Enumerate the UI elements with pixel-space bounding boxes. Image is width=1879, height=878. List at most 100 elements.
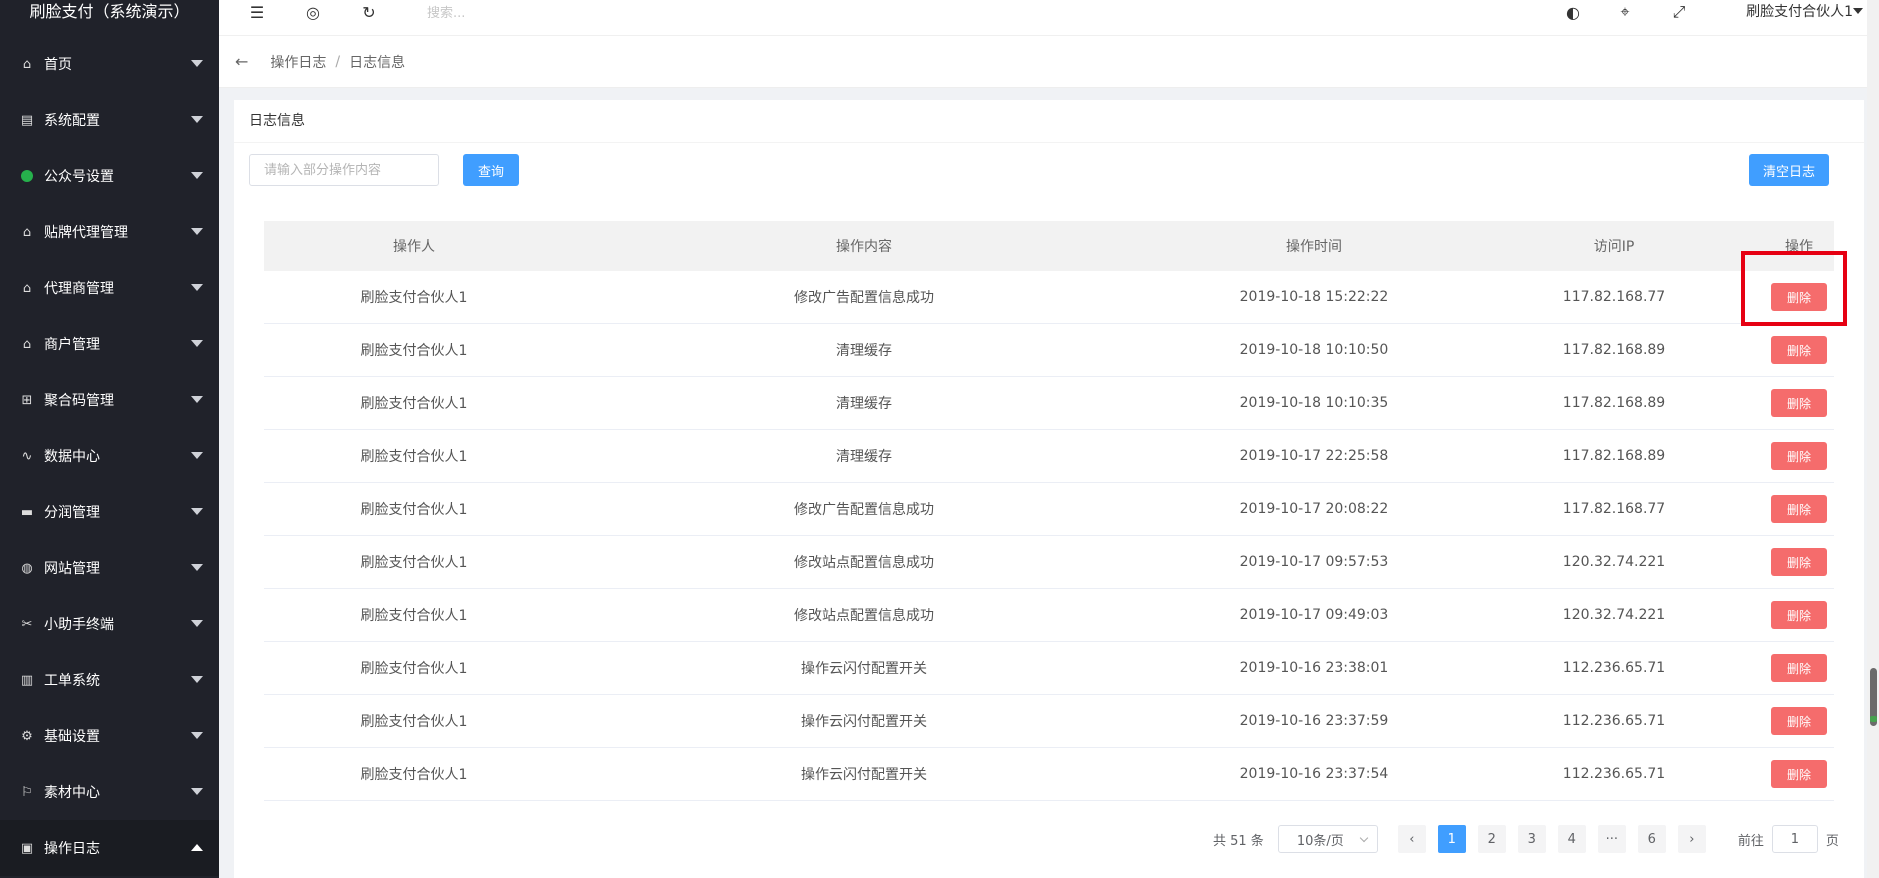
sidebar-item-data-center[interactable]: ∿ 数据中心 (0, 428, 219, 484)
chevron-down-icon[interactable] (1853, 8, 1863, 14)
header-search-input[interactable]: 搜索... (427, 2, 465, 21)
page-button-1[interactable]: 1 (1437, 825, 1466, 853)
sidebar-item-ticket[interactable]: ▥ 工单系统 (0, 652, 219, 708)
delete-button[interactable]: 删除 (1771, 336, 1827, 364)
card-title: 日志信息 (234, 100, 1864, 143)
palette-icon[interactable]: ◐ (1561, 0, 1585, 24)
back-arrow-icon[interactable]: ← (235, 52, 248, 71)
sidebar-item-operation-log[interactable]: ▣ 操作日志 (0, 820, 219, 876)
page-button-3[interactable]: 3 (1517, 825, 1546, 853)
cell-action: 删除 (1764, 548, 1834, 576)
cell-ip: 120.32.74.221 (1562, 607, 1666, 623)
cell-content: 修改广告配置信息成功 (794, 502, 934, 518)
cell-action: 删除 (1764, 760, 1834, 788)
search-input[interactable] (249, 154, 439, 186)
prev-page-button[interactable]: ‹ (1397, 825, 1426, 853)
chevron-down-icon (191, 508, 203, 515)
refresh-icon[interactable]: ↻ (357, 0, 381, 24)
cell-content: 修改广告配置信息成功 (794, 290, 934, 306)
delete-button[interactable]: 删除 (1771, 283, 1827, 311)
cell-content: 清理缓存 (836, 449, 892, 465)
page-button-2[interactable]: 2 (1477, 825, 1506, 853)
chevron-up-icon (191, 844, 203, 851)
cell-time: 2019-10-17 20:08:22 (1239, 501, 1389, 517)
monitor-icon: ▬ (20, 504, 34, 520)
home-icon: ⌂ (22, 280, 32, 296)
cell-operator: 刷脸支付合伙人1 (360, 449, 468, 465)
menu-fold-icon[interactable]: ☰ (245, 0, 269, 24)
pagination: 共 51 条 10条/页 ‹ 1 2 3 4 ··· 6 › 前往 页 (1213, 825, 1839, 853)
cell-action: 删除 (1764, 601, 1834, 629)
tag-icon[interactable]: ⌖ (1613, 0, 1637, 24)
more-pages-button[interactable]: ··· (1597, 825, 1626, 853)
sidebar-item-assistant[interactable]: ✂ 小助手终端 (0, 596, 219, 652)
scrollbar-marker (1870, 716, 1877, 722)
chevron-down-icon (191, 172, 203, 179)
sidebar-item-label: 小助手终端 (44, 617, 114, 633)
cell-content: 修改站点配置信息成功 (794, 555, 934, 571)
table-row: 刷脸支付合伙人1 清理缓存 2019-10-18 10:10:50 117.82.16… (264, 324, 1834, 377)
page-button-6[interactable]: 6 (1637, 825, 1666, 853)
chevron-down-icon (191, 452, 203, 459)
sidebar-item-qrcode[interactable]: ⊞ 聚合码管理 (0, 372, 219, 428)
user-name[interactable]: 刷脸支付合伙人1 (1746, 1, 1853, 21)
cell-time: 2019-10-17 09:57:53 (1239, 554, 1389, 570)
fullscreen-icon[interactable]: ⤢ (1667, 0, 1691, 24)
delete-button[interactable]: 删除 (1771, 495, 1827, 523)
sidebar-item-materials[interactable]: ⚐ 素材中心 (0, 764, 219, 820)
next-page-button[interactable]: › (1677, 825, 1706, 853)
sidebar-item-label: 工单系统 (44, 673, 100, 689)
delete-button[interactable]: 删除 (1771, 442, 1827, 470)
home-icon: ⌂ (22, 336, 32, 352)
sidebar-item-oem-agent[interactable]: ⌂ 贴牌代理管理 (0, 204, 219, 260)
log-icon: ▣ (20, 840, 34, 856)
sidebar-item-wechat-settings[interactable]: 公众号设置 (0, 148, 219, 204)
sidebar-item-label: 基础设置 (44, 729, 100, 745)
sidebar-item-agent[interactable]: ⌂ 代理商管理 (0, 260, 219, 316)
delete-button[interactable]: 删除 (1771, 760, 1827, 788)
page-button-4[interactable]: 4 (1557, 825, 1586, 853)
breadcrumb-parent[interactable]: 操作日志 (270, 52, 326, 72)
page-size-select[interactable]: 10条/页 (1277, 825, 1378, 853)
cell-content: 操作云闪付配置开关 (801, 661, 927, 677)
tools-icon: ✂ (21, 616, 33, 632)
delete-button[interactable]: 删除 (1771, 389, 1827, 417)
chevron-down-icon (191, 564, 203, 571)
breadcrumb-separator: / (335, 53, 341, 70)
qrcode-icon: ⊞ (21, 392, 33, 408)
delete-button[interactable]: 删除 (1771, 654, 1827, 682)
chevron-down-icon (191, 340, 203, 347)
delete-button[interactable]: 删除 (1771, 707, 1827, 735)
cell-time: 2019-10-16 23:37:59 (1239, 713, 1389, 729)
flag-icon: ⚐ (21, 784, 33, 800)
cell-ip: 112.236.65.71 (1562, 713, 1666, 729)
delete-button[interactable]: 删除 (1771, 548, 1827, 576)
sidebar-item-merchant[interactable]: ⌂ 商户管理 (0, 316, 219, 372)
table-row: 刷脸支付合伙人1 修改广告配置信息成功 2019-10-18 15:22:22 117… (264, 271, 1834, 324)
sidebar-item-basic-settings[interactable]: ⚙ 基础设置 (0, 708, 219, 764)
cell-ip: 117.82.168.89 (1562, 448, 1666, 464)
cell-action: 删除 (1764, 654, 1834, 682)
cell-action: 删除 (1764, 389, 1834, 417)
settings-grid-icon: ▤ (20, 112, 34, 128)
table-row: 刷脸支付合伙人1 操作云闪付配置开关 2019-10-16 23:37:54 112.… (264, 748, 1834, 801)
sidebar-item-label: 网站管理 (44, 561, 100, 577)
cell-action: 删除 (1764, 495, 1834, 523)
query-button[interactable]: 查询 (463, 154, 519, 186)
sidebar-item-profit[interactable]: ▬ 分润管理 (0, 484, 219, 540)
page-scrollbar[interactable] (1867, 0, 1879, 878)
goto-page-input[interactable] (1771, 825, 1818, 853)
globe-icon: ◍ (21, 560, 33, 576)
cell-ip: 117.82.168.89 (1562, 342, 1666, 358)
sidebar-item-label: 分润管理 (44, 505, 100, 521)
page-unit-label: 页 (1825, 833, 1839, 849)
cell-operator: 刷脸支付合伙人1 (360, 767, 468, 783)
sidebar-item-website[interactable]: ◍ 网站管理 (0, 540, 219, 596)
sidebar-item-home[interactable]: ⌂ 首页 (0, 36, 219, 92)
table-row: 刷脸支付合伙人1 操作云闪付配置开关 2019-10-16 23:38:01 112.… (264, 642, 1834, 695)
globe-icon[interactable]: ◎ (301, 0, 325, 24)
delete-button[interactable]: 删除 (1771, 601, 1827, 629)
sidebar-item-system-config[interactable]: ▤ 系统配置 (0, 92, 219, 148)
header-action: 操作 (1785, 239, 1813, 255)
clear-log-button[interactable]: 清空日志 (1749, 154, 1829, 186)
